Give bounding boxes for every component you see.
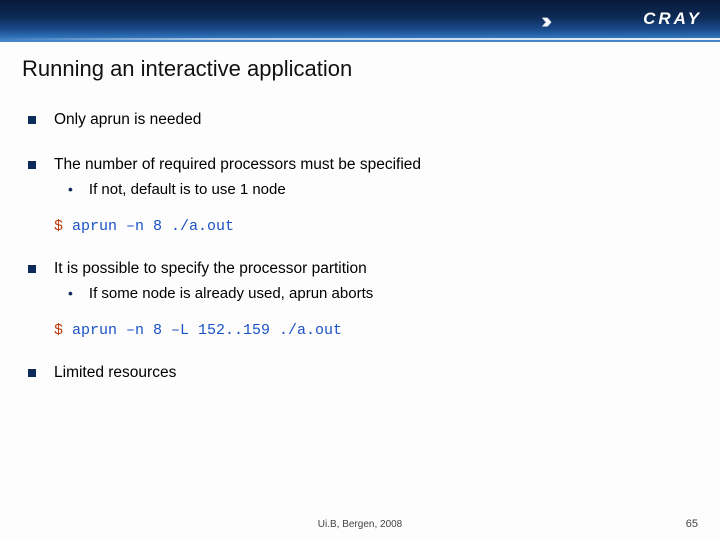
sub-bullet-text: If some node is already used, aprun abor…: [89, 284, 373, 304]
slide-content: Running an interactive application Only …: [0, 42, 720, 384]
code-command: aprun –n 8 –L 152..159 ./a.out: [72, 322, 342, 339]
square-bullet-icon: [28, 265, 36, 273]
bullet-block-3: It is possible to specify the processor …: [22, 259, 698, 339]
code-command: aprun –n 8 ./a.out: [72, 218, 234, 235]
cray-logo: CRAY: [643, 9, 702, 29]
square-bullet-icon: [28, 116, 36, 124]
code-prompt: $: [54, 218, 72, 235]
bullet-text: Limited resources: [54, 363, 176, 384]
code-prompt: $: [54, 322, 72, 339]
bullet-block-4: Limited resources: [22, 363, 698, 384]
sub-bullet-text: If not, default is to use 1 node: [89, 180, 286, 200]
bullet-block-2: The number of required processors must b…: [22, 155, 698, 235]
code-line: $ aprun –n 8 –L 152..159 ./a.out: [54, 322, 698, 339]
header-underline: [0, 38, 720, 40]
dot-bullet-icon: •: [68, 180, 73, 200]
dot-bullet-icon: •: [68, 284, 73, 304]
slide-title: Running an interactive application: [22, 56, 698, 82]
square-bullet-icon: [28, 161, 36, 169]
bullet-text: The number of required processors must b…: [54, 155, 421, 176]
bullet-block-1: Only aprun is needed: [22, 110, 698, 131]
bullet-text: It is possible to specify the processor …: [54, 259, 367, 280]
code-line: $ aprun –n 8 ./a.out: [54, 218, 698, 235]
page-number: 65: [686, 518, 698, 530]
slide-header: ››››››› CRAY: [0, 0, 720, 42]
slide-footer: Ui.B, Bergen, 2008: [0, 519, 720, 530]
square-bullet-icon: [28, 369, 36, 377]
bullet-text: Only aprun is needed: [54, 110, 201, 131]
